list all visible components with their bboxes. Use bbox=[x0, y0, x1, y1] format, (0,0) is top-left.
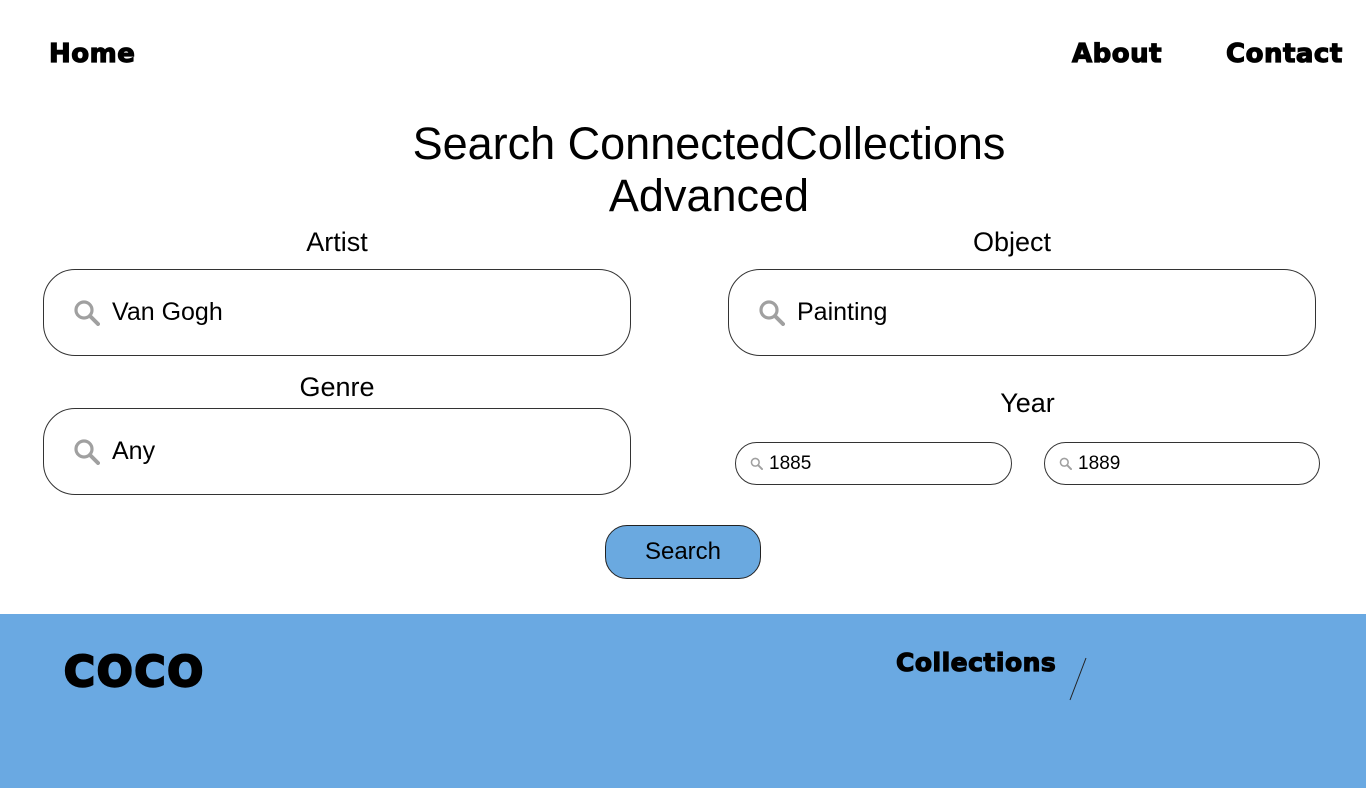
footer-divider-line bbox=[1069, 657, 1087, 701]
genre-label: Genre bbox=[299, 372, 375, 402]
footer-collections-link[interactable]: Collections bbox=[895, 647, 1056, 678]
year-label: Year bbox=[1000, 388, 1055, 418]
nav-about-link[interactable]: About bbox=[1071, 38, 1162, 70]
page-title-line-1: Search ConnectedCollections bbox=[412, 118, 1006, 169]
search-button[interactable]: Search bbox=[605, 525, 761, 579]
nav-contact-link[interactable]: Contact bbox=[1225, 38, 1342, 70]
year-from-search-box[interactable] bbox=[735, 442, 1014, 485]
search-icon bbox=[1059, 457, 1072, 470]
search-icon bbox=[759, 300, 785, 326]
year-to-search-box[interactable] bbox=[1044, 442, 1323, 485]
page-title: Search ConnectedCollections Advanced bbox=[0, 118, 1366, 222]
year-from-input[interactable] bbox=[769, 452, 1014, 475]
nav-home-link[interactable]: Home bbox=[48, 38, 135, 70]
search-icon bbox=[750, 457, 763, 470]
page-title-line-2: Advanced bbox=[608, 170, 810, 221]
object-label: Object bbox=[972, 227, 1052, 257]
search-icon bbox=[74, 300, 100, 326]
artist-label: Artist bbox=[306, 227, 368, 257]
object-search-box[interactable] bbox=[728, 269, 1316, 356]
genre-input[interactable] bbox=[112, 437, 630, 466]
footer: COCO Collections bbox=[0, 614, 1366, 788]
genre-search-box[interactable] bbox=[43, 408, 631, 495]
artist-search-box[interactable] bbox=[43, 269, 631, 356]
artist-input[interactable] bbox=[112, 298, 630, 327]
search-icon bbox=[74, 439, 100, 465]
year-to-input[interactable] bbox=[1078, 452, 1323, 475]
object-input[interactable] bbox=[797, 298, 1315, 327]
page: Home About Contact Search ConnectedColle… bbox=[0, 0, 1366, 788]
footer-logo: COCO bbox=[63, 646, 206, 697]
